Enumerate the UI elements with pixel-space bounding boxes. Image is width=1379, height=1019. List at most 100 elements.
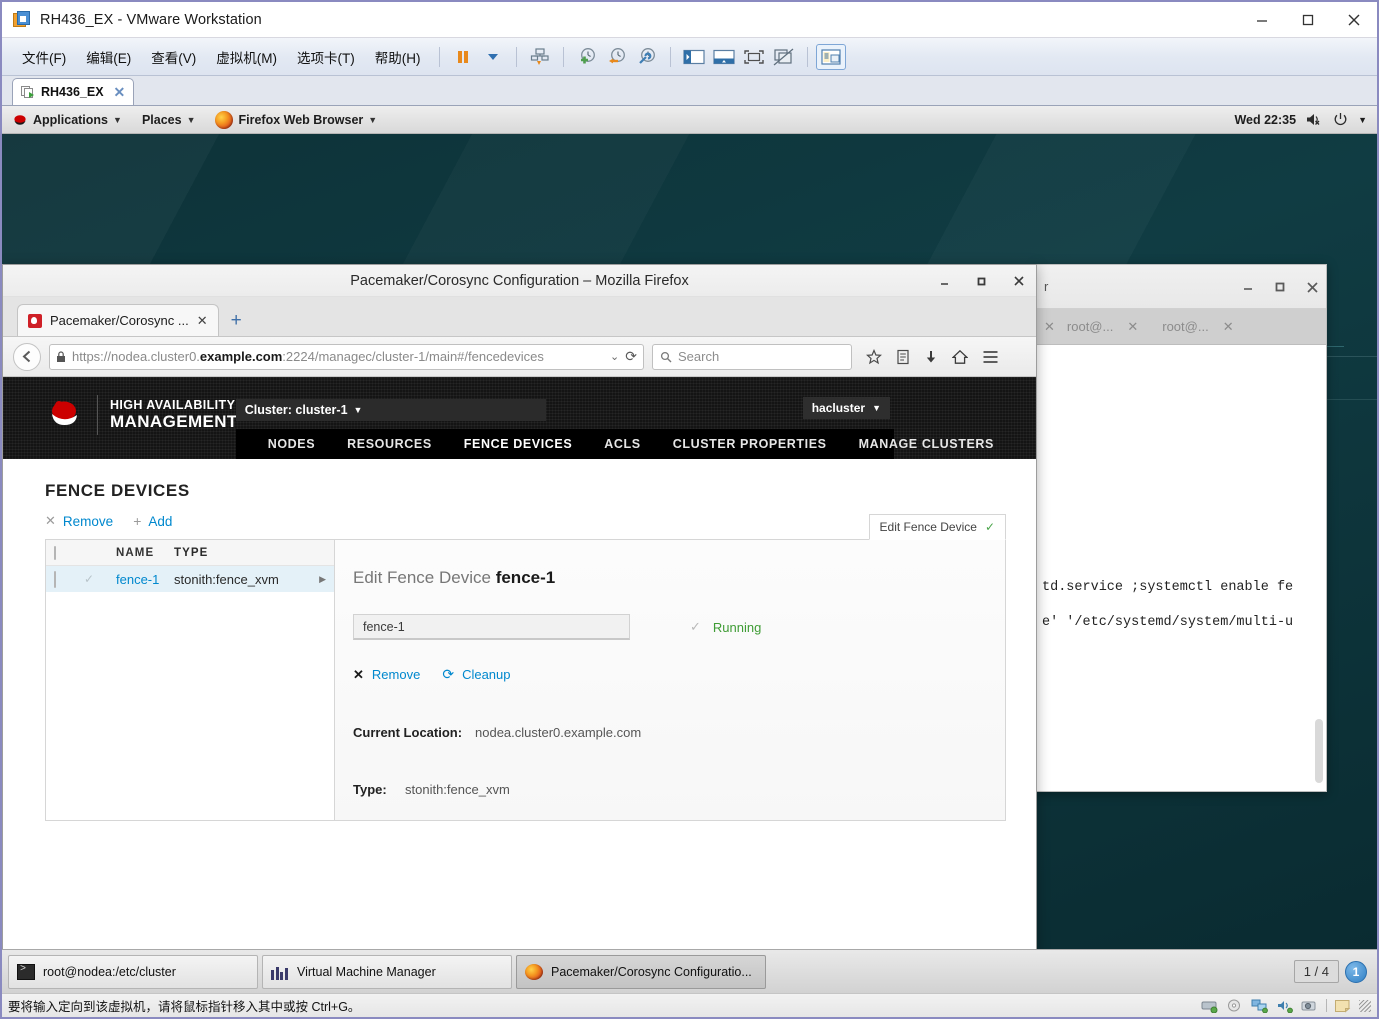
reader-icon[interactable] [896, 349, 910, 365]
row-checkbox[interactable] [54, 570, 84, 588]
volume-muted-icon[interactable] [1306, 112, 1323, 127]
table-row[interactable]: ✓ fence-1 stonith:fence_xvm ▶ [46, 566, 334, 592]
taskbar-item-terminal[interactable]: root@nodea:/etc/cluster [8, 954, 258, 989]
snapshot-manager-icon[interactable] [632, 44, 662, 70]
url-bar[interactable]: https://nodea.cluster0.example.com:2224/… [49, 343, 644, 370]
workspace-count[interactable]: 1 / 4 [1293, 960, 1339, 983]
applications-menu[interactable]: Applications ▼ [2, 106, 132, 134]
terminal-window-controls [1241, 265, 1320, 309]
current-app-menu[interactable]: Firefox Web Browser ▼ [205, 106, 387, 134]
chevron-down-icon-4[interactable]: ▼ [1358, 115, 1367, 125]
add-label: Add [148, 513, 173, 529]
terminal-tab-1-close-icon[interactable]: ✕ [1127, 319, 1138, 335]
menu-help[interactable]: 帮助(H) [365, 44, 431, 70]
minimize-icon[interactable] [1241, 280, 1255, 294]
maximize-icon[interactable] [1273, 280, 1287, 294]
terminal-scrollbar[interactable] [1315, 719, 1323, 783]
new-tab-button[interactable]: + [219, 310, 254, 336]
terminal-tab-2[interactable]: root@... ✕ [1150, 309, 1245, 345]
current-location-label: Current Location: [353, 725, 463, 740]
ha-brand: HIGH AVAILABILITY MANAGEMENT [3, 377, 238, 435]
maximize-icon[interactable] [975, 275, 988, 288]
nav-nodes[interactable]: NODES [252, 437, 331, 451]
notes-icon[interactable] [1334, 999, 1352, 1013]
applications-label: Applications [33, 112, 109, 127]
minimize-icon[interactable] [1239, 2, 1285, 38]
firefox-tab-pcs[interactable]: Pacemaker/Corosync ... ✕ [17, 304, 219, 336]
menu-edit[interactable]: 编辑(E) [76, 44, 141, 70]
fullscreen-icon[interactable] [739, 44, 769, 70]
brand-divider [97, 395, 98, 435]
close-icon[interactable] [1012, 274, 1026, 288]
clock[interactable]: Wed 22:35 [1234, 113, 1296, 127]
network-icon[interactable] [1251, 999, 1269, 1013]
taskbar-item-firefox[interactable]: Pacemaker/Corosync Configuratio... [516, 954, 766, 989]
menu-tabs[interactable]: 选项卡(T) [287, 44, 365, 70]
send-ctrl-alt-del-icon[interactable] [525, 44, 555, 70]
workspace-current-badge[interactable]: 1 [1345, 960, 1367, 983]
ha-header: HIGH AVAILABILITY MANAGEMENT Cluster: cl… [3, 377, 1036, 459]
nav-resources[interactable]: RESOURCES [331, 437, 448, 451]
menu-file[interactable]: 文件(F) [12, 44, 76, 70]
fence-device-name-input[interactable]: fence-1 [353, 614, 630, 640]
snapshot-take-icon[interactable] [572, 44, 602, 70]
camera-icon[interactable] [1301, 999, 1319, 1013]
menu-vm[interactable]: 虚拟机(M) [206, 44, 287, 70]
hard-disk-icon[interactable] [1201, 999, 1219, 1013]
snapshot-revert-icon[interactable] [602, 44, 632, 70]
maximize-icon[interactable] [1285, 2, 1331, 38]
check-icon: ✓ [984, 520, 995, 534]
terminal-window[interactable]: r ✕ root@... ✕ root@... ✕ td.service ;sy… [1035, 264, 1327, 792]
home-icon[interactable] [952, 349, 968, 365]
add-fence-device-button[interactable]: + Add [133, 513, 172, 529]
nav-manage-clusters[interactable]: MANAGE CLUSTERS [843, 437, 1010, 451]
select-all-checkbox[interactable] [54, 545, 84, 560]
nav-acls[interactable]: ACLS [588, 437, 656, 451]
minimize-icon[interactable] [938, 275, 951, 288]
vm-tab-close-icon[interactable]: ✕ [114, 84, 126, 101]
terminal-tab-2-close-icon[interactable]: ✕ [1223, 319, 1234, 335]
close-icon[interactable] [1305, 280, 1320, 295]
bookmark-star-icon[interactable] [866, 348, 882, 365]
back-icon[interactable] [13, 342, 41, 371]
library-icon[interactable] [815, 43, 846, 70]
reload-icon[interactable]: ⟳ [625, 348, 637, 365]
dropdown-caret-icon[interactable] [478, 44, 508, 70]
row-name[interactable]: fence-1 [116, 572, 174, 587]
vm-tab-rh436ex[interactable]: RH436_EX ✕ [12, 78, 135, 105]
close-icon[interactable] [1331, 2, 1377, 38]
resize-grip-icon[interactable] [1359, 999, 1371, 1012]
show-console-icon[interactable] [709, 44, 739, 70]
nav-fence-devices[interactable]: FENCE DEVICES [448, 437, 589, 451]
chevron-down-icon: ▼ [353, 405, 363, 415]
places-menu[interactable]: Places ▼ [132, 106, 206, 134]
url-dropdown-icon[interactable]: ⌄ [610, 350, 619, 363]
detail-tab-edit-fence-device[interactable]: Edit Fence Device ✓ [868, 514, 1006, 540]
remove-fence-device-button[interactable]: ✕ Remove [45, 513, 113, 529]
firefox-window: Pacemaker/Corosync Configuration – Mozil… [2, 264, 1037, 949]
cluster-selector[interactable]: Cluster: cluster-1 ▼ [235, 399, 546, 421]
detail-cleanup-button[interactable]: ⟳ Cleanup [442, 666, 510, 683]
detail-remove-button[interactable]: ✕ Remove [353, 667, 420, 683]
pause-icon[interactable] [448, 44, 478, 70]
remove-label: Remove [62, 513, 114, 529]
name-column-header: NAME [116, 546, 155, 559]
type-value: stonith:fence_xvm [405, 782, 510, 797]
show-sidebar-icon[interactable] [679, 44, 709, 70]
tab-close-icon[interactable]: ✕ [197, 313, 208, 329]
firefox-window-title: Pacemaker/Corosync Configuration – Mozil… [350, 272, 689, 289]
power-icon[interactable] [1333, 112, 1348, 127]
user-menu[interactable]: hacluster ▼ [802, 397, 890, 419]
sound-icon[interactable] [1276, 999, 1294, 1013]
search-box[interactable]: Search [652, 343, 852, 370]
terminal-output[interactable]: td.service ;systemctl enable fe e' '/etc… [1036, 345, 1326, 791]
menu-view[interactable]: 查看(V) [141, 44, 206, 70]
taskbar-item-vmm[interactable]: Virtual Machine Manager [262, 954, 512, 989]
downloads-icon[interactable] [924, 349, 938, 365]
terminal-tab-1[interactable]: root@... ✕ [1055, 309, 1150, 345]
cd-rom-icon[interactable] [1226, 999, 1244, 1013]
page-content: HIGH AVAILABILITY MANAGEMENT Cluster: cl… [3, 377, 1036, 949]
nav-cluster-properties[interactable]: CLUSTER PROPERTIES [657, 437, 843, 451]
menu-hamburger-icon[interactable] [982, 350, 999, 364]
unity-mode-icon[interactable] [769, 44, 799, 70]
